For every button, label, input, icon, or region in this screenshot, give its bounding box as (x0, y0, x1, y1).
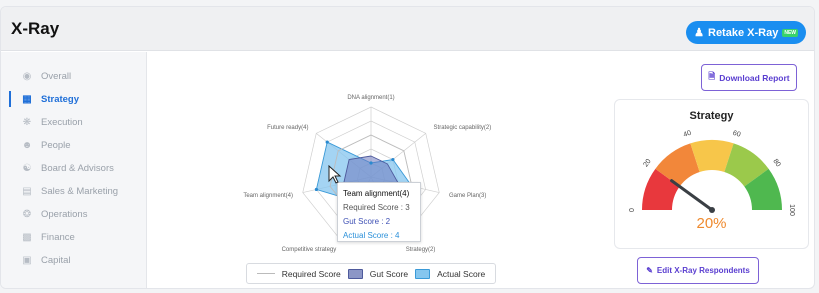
radar-axis-label: Strategy(2) (406, 247, 436, 253)
legend-required-label: Required Score (281, 268, 341, 279)
radar-axis-label: Strategic capability(2) (434, 125, 492, 131)
sidebar-item-label: Operations (41, 208, 88, 220)
edit-label: Edit X-Ray Respondents (656, 266, 750, 275)
gauge-needle (670, 179, 714, 212)
gauge-tick-label: 0 (629, 208, 636, 212)
legend-gut-swatch (347, 268, 363, 279)
gauge-card: Strategy 0 20 40 60 80 100 20% (614, 99, 809, 249)
sidebar-item-label: Sales & Marketing (41, 185, 119, 197)
retake-xray-button[interactable]: ♟ Retake X-Ray NEW (686, 21, 806, 44)
retake-label: Retake X-Ray (708, 26, 779, 39)
new-badge: NEW (782, 28, 798, 37)
gauge-tick-label: 60 (732, 130, 742, 139)
edit-respondents-button[interactable]: ✎ Edit X-Ray Respondents (637, 257, 759, 284)
sidebar-item-capital[interactable]: ▣ Capital (1, 250, 147, 270)
sidebar-item-label: Finance (41, 231, 75, 243)
sidebar: ◉ Overall ▦ Strategy ❋ Execution ☻ Peopl… (1, 52, 147, 288)
radar-axis-label: Game Plan(3) (449, 193, 486, 199)
sidebar-item-label: Capital (41, 254, 71, 266)
gauge-tick-label: 20 (642, 158, 652, 169)
sidebar-item-overall[interactable]: ◉ Overall (1, 66, 147, 86)
header: X-Ray ♟ Retake X-Ray NEW (1, 7, 814, 51)
building-icon: ▩ (22, 231, 32, 243)
tooltip-actual: Actual Score : 4 (343, 231, 400, 240)
gauge-tick-label: 80 (771, 158, 781, 169)
radar-axis-label: DNA alignment(1) (347, 95, 394, 101)
gauge-tick-label: 40 (683, 130, 693, 139)
main-content: DNA alignment(1) Strategic capability(2) G… (148, 52, 814, 288)
money-icon: ▣ (22, 254, 32, 266)
bar-icon: ▤ (22, 185, 32, 197)
chart-icon: ▦ (22, 93, 32, 105)
sidebar-item-finance[interactable]: ▩ Finance (1, 227, 147, 247)
radar-point (369, 161, 373, 165)
people-icon: ☻ (21, 139, 33, 151)
sidebar-item-strategy[interactable]: ▦ Strategy (1, 89, 147, 109)
edit-icon: ✎ (646, 266, 653, 275)
user-icon: ♟ (694, 27, 704, 39)
sidebar-item-sales[interactable]: ▤ Sales & Marketing (1, 181, 147, 201)
tooltip-required: Required Score : 3 (343, 203, 410, 212)
circle-icon: ◉ (22, 70, 32, 82)
sidebar-item-execution[interactable]: ❋ Execution (1, 112, 147, 132)
sidebar-item-label: Overall (41, 70, 72, 82)
download-label: Download Report (719, 72, 790, 83)
sidebar-item-label: People (41, 139, 71, 151)
radar-axis-label: Future ready(4) (267, 125, 308, 131)
sidebar-item-people[interactable]: ☻ People (1, 135, 147, 155)
page-title: X-Ray (11, 19, 60, 38)
radar-point (325, 140, 329, 144)
legend-gut-label: Gut Score (369, 268, 409, 279)
sidebar-item-label: Board & Advisors (41, 162, 114, 174)
legend-actual-label: Actual Score (437, 268, 486, 279)
chart-tooltip: Team alignment(4) Required Score : 3 Gut… (337, 182, 421, 242)
cog-icon: ❂ (22, 208, 32, 220)
sidebar-item-label: Execution (41, 116, 83, 128)
app-frame: X-Ray ♟ Retake X-Ray NEW ◉ Overall ▦ Str… (0, 6, 815, 289)
sidebar-item-label: Strategy (41, 93, 80, 105)
file-icon: 🗎 (708, 70, 716, 81)
radar-point (391, 157, 395, 162)
radar-axis-label: Competitive strategy (282, 247, 337, 253)
gauge-needle-hub (709, 207, 715, 213)
sidebar-item-operations[interactable]: ❂ Operations (1, 204, 147, 224)
chart-legend: Required Score Gut Score Actual Score (246, 263, 496, 284)
sidebar-item-board[interactable]: ☯ Board & Advisors (1, 158, 147, 178)
mouse-cursor-icon (328, 165, 342, 184)
legend-actual-swatch (415, 268, 431, 279)
legend-required-swatch (256, 273, 275, 274)
radar-axis-label: Team alignment(4) (243, 193, 293, 199)
gauge-value: 20% (696, 215, 727, 232)
download-report-button[interactable]: 🗎 Download Report (701, 64, 797, 91)
gears-icon: ❋ (22, 116, 32, 128)
group-icon: ☯ (22, 162, 32, 174)
tooltip-gut: Gut Score : 2 (343, 217, 391, 226)
tooltip-title: Team alignment(4) (343, 189, 410, 198)
radar-point (314, 187, 319, 192)
